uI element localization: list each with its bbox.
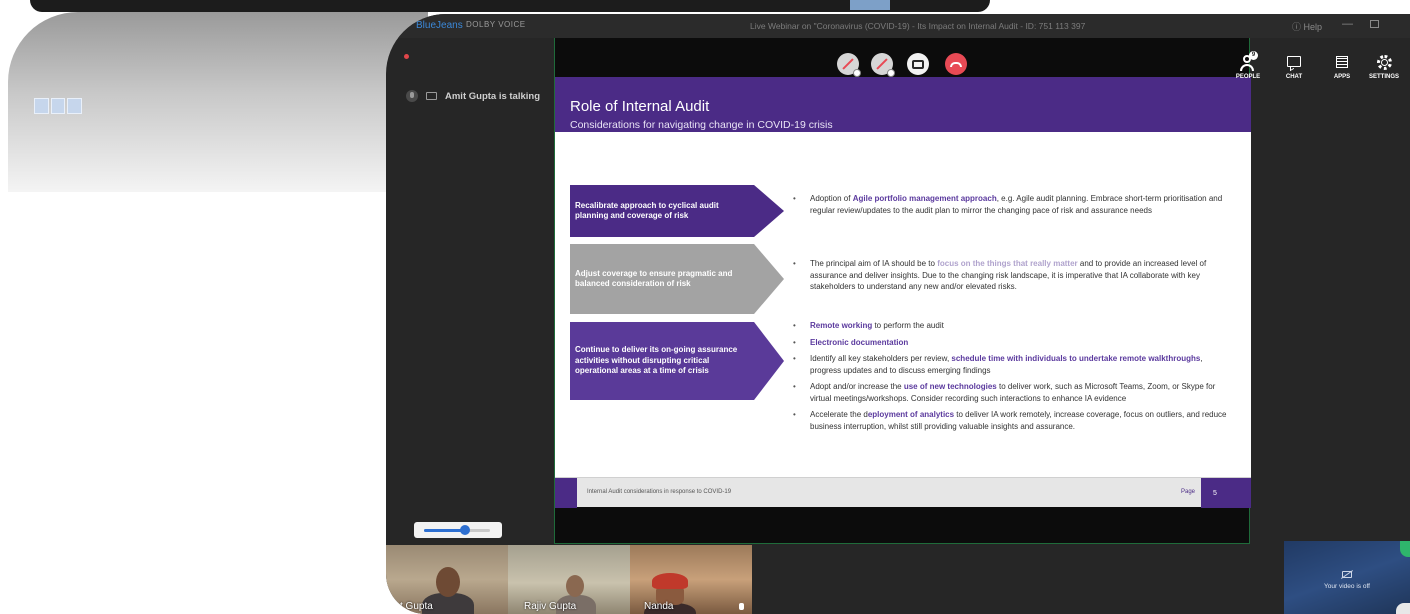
footer-accent	[555, 478, 577, 508]
participant-tile[interactable]: t Gupta	[386, 545, 508, 614]
help-icon: ⓘ	[1292, 22, 1304, 32]
self-view-preview[interactable]: Your video is off	[1284, 541, 1410, 614]
self-view-accent	[1400, 541, 1410, 557]
settings-label: SETTINGS	[1368, 74, 1399, 80]
participant-name: t Gupta	[400, 601, 433, 612]
minimize-button[interactable]: —	[1342, 18, 1353, 30]
chat-button[interactable]: CHAT	[1274, 54, 1314, 80]
footer-page-number: 5	[1201, 478, 1251, 508]
people-count-badge: 9	[1249, 51, 1258, 60]
chevron-label: Continue to deliver its on-going assuran…	[570, 322, 784, 400]
bullet-item: The principal aim of IA should be to foc…	[791, 258, 1231, 293]
people-label: PEOPLE	[1235, 74, 1261, 80]
bullet-item: Identify all key stakeholders per review…	[791, 353, 1231, 376]
window-title: Live Webinar on "Coronavirus (COVID-19) …	[750, 21, 1086, 31]
slide-subtitle: Considerations for navigating change in …	[570, 119, 833, 131]
apps-button[interactable]: APPS	[1322, 54, 1362, 80]
apps-label: APPS	[1333, 74, 1351, 80]
chevron-label: Adjust coverage to ensure pragmatic and …	[570, 244, 784, 314]
chat-label: CHAT	[1285, 74, 1303, 80]
video-toggle-button[interactable]	[837, 53, 861, 77]
bullet-item: Accelerate the deployment of analytics t…	[791, 409, 1231, 432]
title-bar: BlueJeans DOLBY VOICE Live Webinar on "C…	[386, 14, 1410, 38]
bullet-list: Remote working to perform the audit Elec…	[791, 320, 1231, 437]
bullet-item: Electronic documentation	[791, 337, 1231, 349]
content-stage: Role of Internal Audit Considerations fo…	[554, 38, 1251, 544]
dropdown-badge-icon	[853, 69, 861, 77]
mute-toggle-button[interactable]	[871, 53, 895, 77]
slide-body: Recalibrate approach to cyclical audit p…	[555, 132, 1251, 477]
recording-indicator-icon	[404, 54, 409, 59]
video-off-icon	[1342, 571, 1352, 578]
volume-track[interactable]	[424, 525, 490, 535]
screen-share-button[interactable]	[907, 53, 929, 75]
tray-icons	[34, 98, 83, 114]
bullet-list: Adoption of Agile portfolio management a…	[791, 193, 1231, 221]
self-view-accent	[1396, 603, 1410, 614]
chat-icon	[1285, 54, 1303, 72]
footer-text: Internal Audit considerations in respons…	[587, 489, 732, 495]
bullet-list: The principal aim of IA should be to foc…	[791, 258, 1231, 298]
dropdown-badge-icon	[887, 69, 895, 77]
participant-name: Rajiv Gupta	[524, 601, 577, 612]
bullet-item: Adopt and/or increase the use of new tec…	[791, 381, 1231, 404]
video-off-icon	[842, 58, 854, 70]
gear-icon	[1375, 54, 1393, 72]
volume-thumb[interactable]	[459, 525, 470, 535]
slide-title: Role of Internal Audit	[570, 98, 710, 115]
footer-page-label: Page	[1181, 489, 1196, 495]
bullet-item: Adoption of Agile portfolio management a…	[791, 193, 1231, 216]
people-icon: 9	[1239, 51, 1258, 72]
talking-text: Amit Gupta is talking	[445, 90, 541, 102]
background-accent	[850, 0, 890, 10]
maximize-button[interactable]	[1370, 20, 1379, 28]
shared-slide: Role of Internal Audit Considerations fo…	[555, 77, 1251, 508]
participant-strip: t Gupta Rajiv Gupta Nanda	[386, 545, 752, 614]
mic-off-icon	[876, 58, 888, 70]
background-top-bar	[30, 0, 990, 12]
talking-indicator: Amit Gupta is talking	[406, 88, 540, 104]
help-button[interactable]: ⓘ Help	[1292, 20, 1322, 33]
bluejeans-window: BlueJeans DOLBY VOICE Live Webinar on "C…	[386, 14, 1410, 614]
volume-slider[interactable]	[414, 522, 502, 538]
bullet-item: Remote working to perform the audit	[791, 320, 1231, 332]
participant-name: Nanda	[644, 601, 674, 612]
volume-fill	[424, 529, 465, 532]
apps-icon	[1333, 54, 1351, 72]
people-button[interactable]: 9 PEOPLE	[1228, 51, 1268, 80]
participant-figure	[652, 573, 688, 589]
participant-tile[interactable]: Rajiv Gupta	[508, 545, 630, 614]
participant-figure	[566, 575, 584, 597]
hang-up-button[interactable]	[945, 53, 967, 75]
phone-hangup-icon	[950, 61, 962, 67]
brand-logo: BlueJeans	[416, 20, 463, 31]
microphone-icon	[406, 90, 418, 102]
settings-button[interactable]: SETTINGS	[1364, 54, 1404, 80]
self-view-message: Your video is off	[1324, 583, 1370, 590]
slide-header: Role of Internal Audit Considerations fo…	[555, 77, 1251, 132]
screen-share-icon	[912, 59, 924, 69]
camera-icon	[426, 92, 437, 100]
dolby-voice-logo: DOLBY VOICE	[466, 20, 526, 29]
slide-footer: Internal Audit considerations in respons…	[555, 477, 1251, 508]
microphone-icon	[739, 603, 744, 610]
chevron-label: Recalibrate approach to cyclical audit p…	[570, 185, 784, 237]
participant-tile[interactable]: Nanda	[630, 545, 752, 614]
participant-figure	[436, 567, 460, 597]
screen: BlueJeans DOLBY VOICE Live Webinar on "C…	[0, 0, 1410, 614]
